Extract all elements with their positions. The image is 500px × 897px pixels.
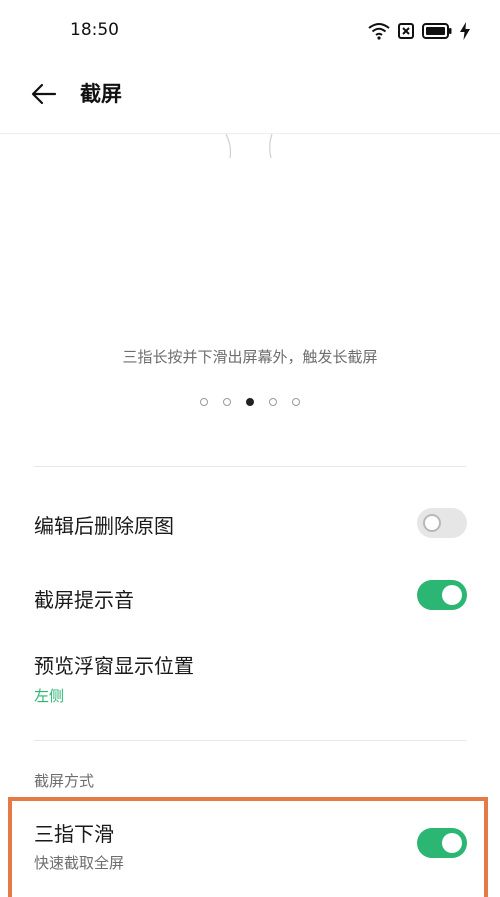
delete-original-toggle[interactable] <box>417 508 467 538</box>
setting-delete-original[interactable]: 编辑后删除原图 <box>0 490 500 556</box>
highlight-box <box>8 797 488 897</box>
charging-icon <box>460 22 470 44</box>
setting-label: 预览浮窗显示位置 <box>34 654 194 678</box>
no-sim-icon <box>398 23 414 43</box>
toggle-knob <box>442 585 462 605</box>
divider <box>34 466 466 467</box>
setting-preview-position[interactable]: 预览浮窗显示位置 左侧 <box>0 640 500 720</box>
battery-icon <box>422 23 452 43</box>
status-icons <box>368 22 470 44</box>
page-indicator <box>0 398 500 406</box>
preview-position-value: 左侧 <box>34 687 65 705</box>
status-time: 18:50 <box>70 20 119 40</box>
page-dot[interactable] <box>292 398 300 406</box>
setting-label: 截屏提示音 <box>34 588 134 612</box>
back-arrow-icon <box>31 83 57 105</box>
section-header: 截屏方式 <box>34 772 95 790</box>
wifi-icon <box>368 22 390 44</box>
setting-screenshot-sound[interactable]: 截屏提示音 <box>0 564 500 630</box>
page-dot[interactable] <box>200 398 208 406</box>
setting-label: 编辑后删除原图 <box>34 514 174 538</box>
back-button[interactable] <box>28 78 60 110</box>
page-dot-active[interactable] <box>246 398 254 406</box>
gesture-illustration <box>225 134 273 159</box>
gesture-preview[interactable]: 三指长按并下滑出屏幕外，触发长截屏 <box>0 134 500 434</box>
divider <box>34 740 466 741</box>
status-bar: 18:50 <box>0 0 500 64</box>
page-title: 截屏 <box>80 82 122 106</box>
toggle-knob <box>423 514 441 532</box>
screenshot-sound-toggle[interactable] <box>417 580 467 610</box>
preview-caption: 三指长按并下滑出屏幕外，触发长截屏 <box>122 348 378 366</box>
header: 截屏 <box>0 64 500 134</box>
page-dot[interactable] <box>223 398 231 406</box>
page-dot[interactable] <box>269 398 277 406</box>
